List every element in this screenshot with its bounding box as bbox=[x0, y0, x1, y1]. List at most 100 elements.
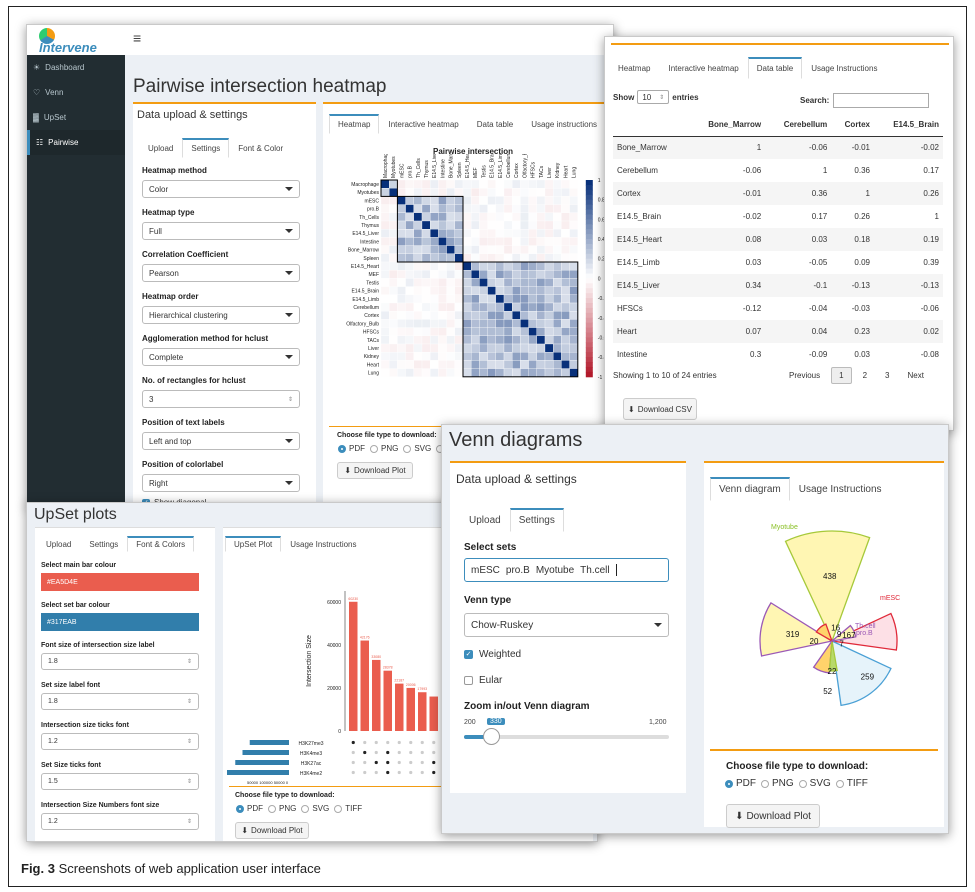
matrix-dot bbox=[420, 740, 424, 745]
color-input[interactable]: #EA5D4E bbox=[41, 573, 199, 591]
set-tag[interactable]: mESC bbox=[471, 565, 500, 576]
checkbox-icon[interactable]: ✓ bbox=[464, 650, 473, 659]
tab-us-1[interactable]: Settings bbox=[80, 536, 127, 552]
stepper-icon[interactable]: ⇕ bbox=[187, 818, 192, 825]
pagination-next[interactable]: Next bbox=[900, 368, 930, 383]
stepper-icon[interactable]: ⇕ bbox=[187, 778, 192, 785]
pagination-2[interactable]: 2 bbox=[856, 368, 874, 383]
stepper-icon[interactable]: ⇕ bbox=[288, 396, 293, 403]
tab-usr-1[interactable]: Usage Instructions bbox=[281, 536, 365, 552]
tab-dt-0[interactable]: Heatmap bbox=[609, 57, 659, 79]
pagination-previous[interactable]: Previous bbox=[782, 368, 827, 383]
column-header[interactable] bbox=[613, 114, 687, 136]
radio-tiff[interactable] bbox=[835, 779, 844, 788]
tab-vnr-0[interactable]: Venn diagram bbox=[710, 477, 790, 501]
radio-pdf[interactable] bbox=[725, 779, 733, 788]
number-input[interactable]: 1.8 ⇕ bbox=[41, 653, 199, 670]
stepper-icon[interactable]: ⇕ bbox=[187, 698, 192, 705]
heatmap-cell bbox=[544, 188, 554, 197]
radio-pdf[interactable] bbox=[236, 804, 244, 813]
field-select[interactable]: Right bbox=[142, 474, 300, 492]
tab-hmr-0[interactable]: Heatmap bbox=[329, 114, 380, 134]
field-select[interactable]: Pearson bbox=[142, 264, 300, 282]
heatmap-cell bbox=[454, 319, 464, 328]
checkbox-icon[interactable] bbox=[464, 676, 473, 685]
table-row: Cerebellum -0.06 1 0.36 0.17 bbox=[613, 159, 943, 182]
tab-dt-1[interactable]: Interactive heatmap bbox=[659, 57, 747, 79]
zoom-slider-handle[interactable] bbox=[482, 728, 500, 745]
number-input[interactable]: 1.8 ⇕ bbox=[41, 693, 199, 710]
tab-vn-1[interactable]: Settings bbox=[509, 508, 564, 532]
tab-dt-2[interactable]: Data table bbox=[747, 57, 803, 79]
color-input[interactable]: #317EAB bbox=[41, 613, 199, 631]
region-count: 22 bbox=[828, 667, 837, 676]
pagination-3[interactable]: 3 bbox=[878, 368, 896, 383]
radio-tiff[interactable] bbox=[334, 804, 343, 813]
tab-us-0[interactable]: Upload bbox=[37, 536, 80, 552]
sidebar-item-dashboard[interactable]: ☀ Dashboard bbox=[27, 55, 125, 80]
radio-pdf[interactable] bbox=[338, 444, 346, 453]
heatmap-cell bbox=[380, 270, 390, 279]
tab-vn-0[interactable]: Upload bbox=[460, 508, 510, 532]
field-select[interactable]: Hierarchical clustering bbox=[142, 306, 300, 324]
radio-png[interactable] bbox=[370, 444, 378, 453]
column-header[interactable]: Cerebellum bbox=[765, 114, 831, 136]
pagination-1[interactable]: 1 bbox=[831, 367, 852, 384]
radio-png[interactable] bbox=[268, 804, 276, 813]
tab-hmr-1[interactable]: Interactive heatmap bbox=[379, 114, 467, 134]
tab-usr-0[interactable]: UpSet Plot bbox=[225, 536, 282, 552]
field-select[interactable]: Full bbox=[142, 222, 300, 240]
tab-vnr-1[interactable]: Usage Instructions bbox=[790, 477, 891, 501]
set-tag[interactable]: Th.cell bbox=[580, 565, 609, 576]
tab-us-2[interactable]: Font & Colors bbox=[127, 536, 195, 552]
field-select[interactable]: Complete bbox=[142, 348, 300, 366]
table-cell: 0.26 bbox=[923, 189, 939, 198]
field-select[interactable]: Color bbox=[142, 180, 300, 198]
radio-svg[interactable] bbox=[301, 804, 310, 813]
set-tag[interactable]: pro.B bbox=[506, 565, 530, 576]
select-sets-input[interactable]: mESC pro.B Myotube Th.cell bbox=[464, 558, 669, 582]
download-csv-button[interactable]: ⬇ Download CSV bbox=[623, 398, 697, 420]
tab-hmr-2[interactable]: Data table bbox=[468, 114, 522, 134]
download-plot-button[interactable]: ⬇ Download Plot bbox=[337, 462, 413, 479]
hamburger-icon[interactable]: ≡ bbox=[133, 30, 141, 46]
heatmap-cell bbox=[397, 229, 406, 238]
column-header[interactable]: Cortex bbox=[831, 114, 874, 136]
field-select[interactable]: 3 ⇕ bbox=[142, 390, 300, 408]
tab-hm-0[interactable]: Upload bbox=[139, 138, 182, 158]
search-input[interactable] bbox=[833, 93, 930, 108]
col-label: Myotubes bbox=[391, 156, 397, 178]
download-plot-button[interactable]: ⬇ Download Plot bbox=[235, 822, 309, 839]
set-size-bar bbox=[249, 740, 289, 745]
tab-hmr-3[interactable]: Usage instructions bbox=[522, 114, 606, 134]
tab-hm-1[interactable]: Settings bbox=[182, 138, 230, 158]
column-header[interactable]: E14.5_Brain bbox=[874, 114, 943, 136]
sidebar-item-pairwise[interactable]: ☷ Pairwise bbox=[27, 130, 125, 155]
venn-type-select[interactable]: Chow-Ruskey bbox=[464, 613, 669, 637]
entries-select[interactable]: 10 ⇕ bbox=[637, 90, 670, 104]
sidebar-item-venn[interactable]: ♡ Venn bbox=[27, 80, 125, 105]
column-header[interactable]: Bone_Marrow bbox=[687, 114, 765, 136]
set-size-bar bbox=[242, 750, 289, 755]
number-input[interactable]: 1.2 ⇕ bbox=[41, 733, 199, 750]
radio-png[interactable] bbox=[761, 779, 769, 788]
radio-svg[interactable] bbox=[798, 779, 807, 788]
heatmap-cell bbox=[503, 179, 513, 189]
sidebar-item-upset[interactable]: ▓ UpSet bbox=[27, 105, 125, 130]
field-select[interactable]: Left and top bbox=[142, 432, 300, 450]
logo[interactable]: Intervene bbox=[27, 25, 125, 55]
set-tag[interactable]: Myotube bbox=[536, 565, 574, 576]
weighted-checkbox[interactable]: ✓ Weighted bbox=[464, 649, 521, 660]
heatmap-cell bbox=[397, 335, 406, 345]
tab-dt-3[interactable]: Usage Instructions bbox=[802, 57, 886, 79]
download-plot-button[interactable]: ⬇ Download Plot bbox=[726, 804, 820, 828]
stepper-icon[interactable]: ⇕ bbox=[187, 738, 192, 745]
number-input[interactable]: 1.5 ⇕ bbox=[41, 773, 199, 790]
stepper-icon[interactable]: ⇕ bbox=[187, 658, 192, 665]
radio-svg[interactable] bbox=[403, 444, 412, 453]
tab-hm-2[interactable]: Font & Color bbox=[229, 138, 292, 158]
eular-checkbox[interactable]: Eular bbox=[464, 675, 502, 686]
number-input[interactable]: 1.2 ⇕ bbox=[41, 813, 199, 830]
chevron-down-icon bbox=[285, 229, 293, 233]
table-cell: 0.17 bbox=[923, 166, 939, 175]
